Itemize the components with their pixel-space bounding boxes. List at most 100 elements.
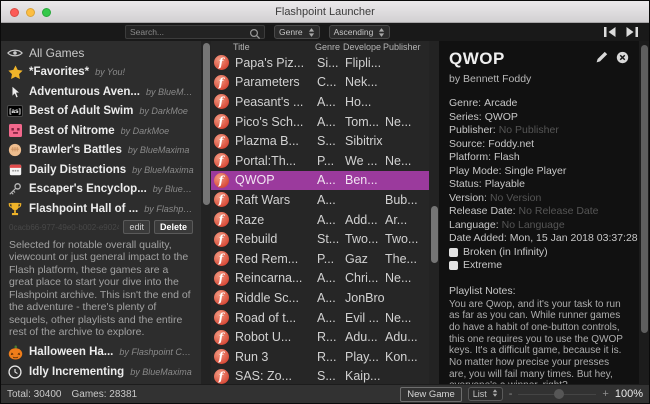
playlist-item[interactable]: *Favorites* by You! bbox=[1, 63, 201, 83]
fist-icon bbox=[7, 143, 23, 157]
field-value[interactable]: No Language bbox=[502, 219, 565, 233]
game-row[interactable]: f Parameters C... Nek... bbox=[211, 73, 429, 93]
details-scrollbar-thumb[interactable] bbox=[641, 45, 648, 333]
cell-genre: A... bbox=[317, 271, 345, 285]
game-row[interactable]: f Portal:Th... P... We ... Ne... bbox=[211, 151, 429, 171]
game-row[interactable]: f SAS: Zo... S... Kaip... bbox=[211, 367, 429, 385]
cell-genre: A... bbox=[317, 311, 345, 325]
close-details-icon[interactable] bbox=[616, 51, 629, 69]
previous-page-icon[interactable] bbox=[603, 26, 617, 38]
playlist-item[interactable]: [as] Best of Adult Swim by DarkMoe bbox=[1, 102, 201, 122]
select-arrows-icon bbox=[378, 27, 385, 38]
checkbox[interactable] bbox=[449, 261, 458, 270]
checkbox-row[interactable]: Extreme bbox=[449, 259, 629, 272]
minimize-window-button[interactable] bbox=[26, 8, 35, 17]
field-label: Date Added: bbox=[449, 232, 507, 246]
game-row[interactable]: f Run 3 R... Play... Kon... bbox=[211, 347, 429, 367]
zoom-out-label[interactable]: - bbox=[509, 388, 513, 400]
close-window-button[interactable] bbox=[10, 8, 19, 17]
game-row[interactable]: f Rebuild St... Two... Two... bbox=[211, 229, 429, 249]
cell-title: Rebuild bbox=[235, 232, 317, 246]
eye-icon bbox=[7, 48, 23, 58]
game-row[interactable]: f Papa's Piz... Si... Flipli... bbox=[211, 53, 429, 73]
sidebar-scrollbar[interactable] bbox=[201, 41, 211, 384]
playlist-item[interactable]: Best of Nitrome by DarkMoe bbox=[1, 121, 201, 141]
playlist-item[interactable]: Brawler's Battles by BlueMaxima bbox=[1, 141, 201, 161]
cell-title: Riddle Sc... bbox=[235, 291, 317, 305]
key-icon bbox=[7, 182, 23, 196]
field-value[interactable]: Flash bbox=[494, 151, 520, 165]
cell-publisher: Bub... bbox=[385, 193, 429, 207]
new-game-button[interactable]: New Game bbox=[400, 387, 462, 402]
field-value[interactable]: Single Player bbox=[505, 165, 567, 179]
cell-developer: Evil ... bbox=[345, 311, 385, 325]
edit-playlist-button[interactable]: edit bbox=[123, 220, 150, 234]
cell-developer: JonBro bbox=[345, 291, 385, 305]
game-list-scrollbar-thumb[interactable] bbox=[431, 206, 438, 263]
playlist-item[interactable]: All Games bbox=[1, 43, 201, 63]
cell-title: Robot U... bbox=[235, 330, 317, 344]
scale-slider[interactable] bbox=[518, 389, 596, 399]
edit-game-icon[interactable] bbox=[595, 51, 608, 69]
game-row[interactable]: f Red Rem... P... Gaz The... bbox=[211, 249, 429, 269]
field-value[interactable]: Playable bbox=[485, 178, 525, 192]
game-row[interactable]: f Peasant's ... A... Ho... bbox=[211, 92, 429, 112]
star-icon bbox=[7, 65, 23, 80]
next-page-icon[interactable] bbox=[625, 26, 639, 38]
field-value[interactable]: Mon, 15 Jan 2018 03:37:28 GMT bbox=[510, 232, 639, 246]
playlist-item[interactable]: Daily Distractions by BlueMaxima bbox=[1, 160, 201, 180]
details-scrollbar[interactable] bbox=[639, 41, 649, 384]
game-row[interactable]: f Raze A... Add... Ar... bbox=[211, 210, 429, 230]
cell-genre: A... bbox=[317, 115, 345, 129]
game-row[interactable]: f QWOP A... Ben... bbox=[211, 171, 429, 191]
slider-thumb[interactable] bbox=[554, 389, 564, 399]
cell-title: Red Rem... bbox=[235, 252, 317, 266]
nitrome-icon bbox=[7, 124, 23, 137]
game-row[interactable]: f Plazma B... S... Sibitrix bbox=[211, 131, 429, 151]
game-list-scrollbar[interactable] bbox=[429, 41, 439, 384]
game-row[interactable]: f Pico's Sch... A... Tom... Ne... bbox=[211, 112, 429, 132]
playlist-item[interactable]: Idly Incrementing by BlueMaxima bbox=[1, 362, 201, 382]
playlist-notes-text[interactable]: You are Qwop, and it's your task to run … bbox=[449, 299, 629, 385]
playlist-item[interactable]: Flashpoint Hall of ... by Flashpoint... bbox=[1, 199, 201, 219]
game-row[interactable]: f Robot U... R... Adu... Adu... bbox=[211, 327, 429, 347]
field-value[interactable]: Arcade bbox=[484, 97, 517, 111]
field-value[interactable]: No Release Date bbox=[519, 205, 599, 219]
playlist-name: Best of Adult Swim bbox=[29, 105, 133, 117]
field-value[interactable]: QWOP bbox=[485, 111, 518, 125]
playlist-author: by Flashpoint Com... bbox=[119, 347, 195, 357]
game-row[interactable]: f Reincarna... A... Chri... Ne... bbox=[211, 269, 429, 289]
field-value[interactable]: No Publisher bbox=[499, 124, 559, 138]
column-developer[interactable]: Develope bbox=[343, 42, 383, 52]
playlist-item[interactable]: Adventurous Aven... by BlueMaxi... bbox=[1, 82, 201, 102]
game-row[interactable]: f Raft Wars A... Bub... bbox=[211, 190, 429, 210]
flash-icon: f bbox=[213, 330, 229, 345]
detail-field: Source: Foddy.net bbox=[449, 138, 629, 152]
flash-icon: f bbox=[213, 290, 229, 305]
zoom-window-button[interactable] bbox=[42, 8, 51, 17]
cell-developer: We ... bbox=[345, 154, 385, 168]
search-input[interactable] bbox=[126, 27, 244, 37]
flash-icon: f bbox=[213, 212, 229, 227]
playlist-item[interactable]: Escaper's Encyclop... by BlueMax... bbox=[1, 180, 201, 200]
flash-icon: f bbox=[213, 75, 229, 90]
view-mode-select[interactable]: List bbox=[468, 387, 503, 401]
search-box[interactable] bbox=[125, 25, 265, 39]
sort-field-select[interactable]: Genre bbox=[274, 25, 320, 39]
playlist-item[interactable]: Halloween Ha... by Flashpoint Com... bbox=[1, 343, 201, 363]
column-publisher[interactable]: Publisher bbox=[383, 42, 429, 52]
cell-genre: A... bbox=[317, 173, 345, 187]
checkbox[interactable] bbox=[449, 248, 458, 257]
game-row[interactable]: f Road of t... A... Evil ... Ne... bbox=[211, 308, 429, 328]
column-genre[interactable]: Genre bbox=[315, 42, 343, 52]
field-value[interactable]: No Version bbox=[490, 192, 541, 206]
delete-playlist-button[interactable]: Delete bbox=[154, 220, 193, 234]
cell-title: Plazma B... bbox=[235, 134, 317, 148]
checkbox-row[interactable]: Broken (in Infinity) bbox=[449, 246, 629, 259]
zoom-in-label[interactable]: + bbox=[602, 388, 608, 400]
game-row[interactable]: f Riddle Sc... A... JonBro bbox=[211, 288, 429, 308]
sidebar-scrollbar-thumb[interactable] bbox=[203, 43, 210, 205]
column-title[interactable]: Title bbox=[233, 42, 315, 52]
sort-order-select[interactable]: Ascending bbox=[329, 25, 391, 39]
field-value[interactable]: Foddy.net bbox=[488, 138, 534, 152]
